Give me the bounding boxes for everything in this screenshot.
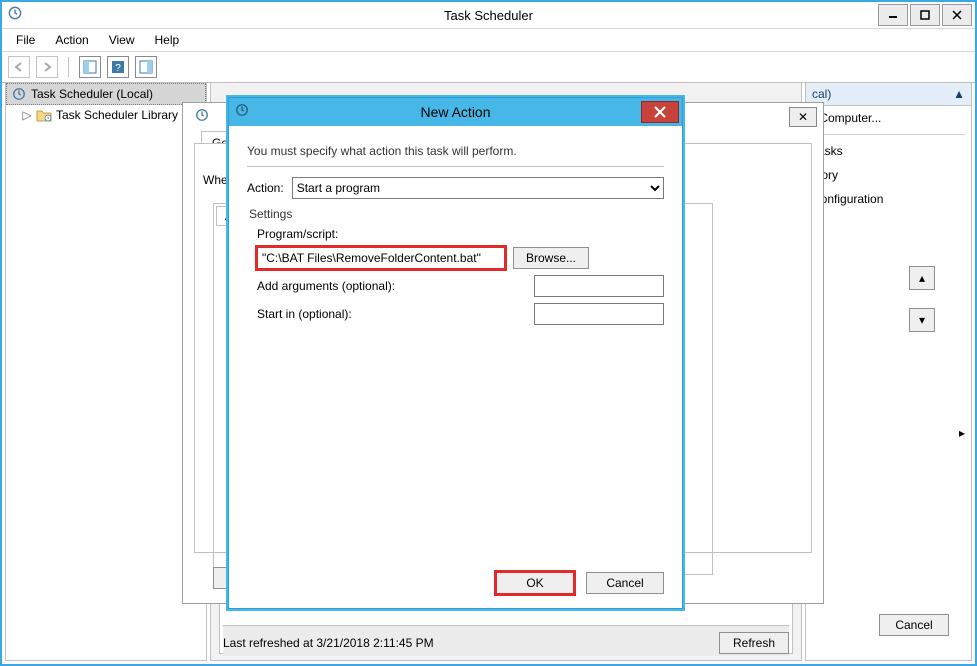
settings-inner: Program/script: Browse... Add arguments … bbox=[247, 227, 664, 325]
settings-group-label: Settings bbox=[249, 207, 664, 221]
new-action-title: New Action bbox=[229, 104, 682, 120]
toolbar-separator bbox=[68, 57, 69, 77]
action-select[interactable]: Start a program bbox=[292, 177, 664, 199]
nav-forward-button[interactable] bbox=[36, 56, 58, 78]
startin-input[interactable] bbox=[534, 303, 664, 325]
last-refreshed-text: Last refreshed at 3/21/2018 2:11:45 PM bbox=[223, 636, 434, 650]
new-action-footer: OK Cancel bbox=[229, 572, 682, 594]
program-label: Program/script: bbox=[257, 227, 664, 241]
browse-button[interactable]: Browse... bbox=[513, 247, 589, 269]
cancel-button[interactable]: Cancel bbox=[586, 572, 664, 594]
menubar: File Action View Help bbox=[2, 29, 975, 52]
new-action-close-button[interactable] bbox=[641, 101, 679, 123]
program-script-input[interactable] bbox=[257, 247, 505, 269]
ok-button[interactable]: OK bbox=[496, 572, 574, 594]
reorder-buttons: ▴ ▾ bbox=[909, 266, 935, 332]
task-scheduler-window: Task Scheduler File Action View Help ? bbox=[0, 0, 977, 666]
menu-view[interactable]: View bbox=[101, 31, 143, 49]
action-connect-computer[interactable]: r Computer... bbox=[806, 106, 971, 130]
chevron-down-icon: ▾ bbox=[919, 313, 925, 327]
chevron-up-icon: ▴ bbox=[919, 271, 925, 285]
arguments-label: Add arguments (optional): bbox=[257, 279, 433, 293]
actions-collapse-icon[interactable]: ▲ bbox=[953, 87, 965, 101]
new-action-instruction: You must specify what action this task w… bbox=[247, 144, 664, 158]
clock-icon bbox=[195, 108, 213, 126]
refresh-button[interactable]: Refresh bbox=[719, 632, 789, 654]
window-title: Task Scheduler bbox=[2, 8, 975, 23]
arguments-input[interactable] bbox=[534, 275, 664, 297]
new-action-dialog: New Action You must specify what action … bbox=[228, 97, 683, 609]
tree-node-root[interactable]: Task Scheduler (Local) bbox=[6, 83, 206, 105]
menu-action[interactable]: Action bbox=[47, 31, 96, 49]
action-history[interactable]: story bbox=[806, 163, 971, 187]
action-configuration[interactable]: Configuration bbox=[806, 187, 971, 211]
svg-text:?: ? bbox=[115, 63, 121, 74]
actions-separator bbox=[812, 134, 965, 135]
folder-icon bbox=[36, 107, 52, 123]
toolbar: ? bbox=[2, 52, 975, 83]
show-hide-action-pane-button[interactable] bbox=[135, 56, 157, 78]
create-task-close-button[interactable]: ✕ bbox=[789, 107, 817, 127]
show-hide-tree-button[interactable] bbox=[79, 56, 101, 78]
menu-help[interactable]: Help bbox=[147, 31, 188, 49]
actions-pane-header: cal) ▲ bbox=[806, 83, 971, 106]
console-tree: Task Scheduler (Local) ▷ Task Scheduler … bbox=[5, 82, 207, 661]
action-running-tasks[interactable]: Tasks bbox=[806, 139, 971, 163]
tree-expand-icon[interactable]: ▷ bbox=[22, 108, 32, 122]
program-row: Browse... bbox=[257, 247, 664, 269]
actions-pane: cal) ▲ r Computer... Tasks story Configu… bbox=[805, 82, 972, 661]
new-action-body: You must specify what action this task w… bbox=[229, 126, 682, 608]
tree-node-library[interactable]: ▷ Task Scheduler Library bbox=[6, 105, 206, 125]
arguments-row: Add arguments (optional): bbox=[257, 275, 664, 297]
actions-header-label: cal) bbox=[812, 87, 831, 101]
create-task-cancel-button[interactable]: Cancel bbox=[879, 614, 949, 636]
menu-file[interactable]: File bbox=[8, 31, 43, 49]
titlebar: Task Scheduler bbox=[2, 2, 975, 29]
clock-icon bbox=[11, 86, 27, 102]
action-row: Action: Start a program bbox=[247, 177, 664, 199]
settings-group: Settings Program/script: Browse... Add a… bbox=[247, 207, 664, 325]
status-bar: Last refreshed at 3/21/2018 2:11:45 PM R… bbox=[223, 625, 789, 656]
startin-row: Start in (optional): bbox=[257, 303, 664, 325]
new-action-titlebar: New Action bbox=[229, 98, 682, 126]
create-task-titlebar-controls: ✕ bbox=[789, 107, 817, 127]
separator bbox=[247, 166, 664, 167]
help-button[interactable]: ? bbox=[107, 56, 129, 78]
actions-expand-icon[interactable]: ▸ bbox=[959, 426, 965, 440]
action-label: Action: bbox=[247, 181, 284, 195]
tree-library-label: Task Scheduler Library bbox=[56, 108, 178, 122]
tree-root-label: Task Scheduler (Local) bbox=[31, 87, 153, 101]
move-down-button[interactable]: ▾ bbox=[909, 308, 935, 332]
move-up-button[interactable]: ▴ bbox=[909, 266, 935, 290]
nav-back-button[interactable] bbox=[8, 56, 30, 78]
startin-label: Start in (optional): bbox=[257, 307, 433, 321]
